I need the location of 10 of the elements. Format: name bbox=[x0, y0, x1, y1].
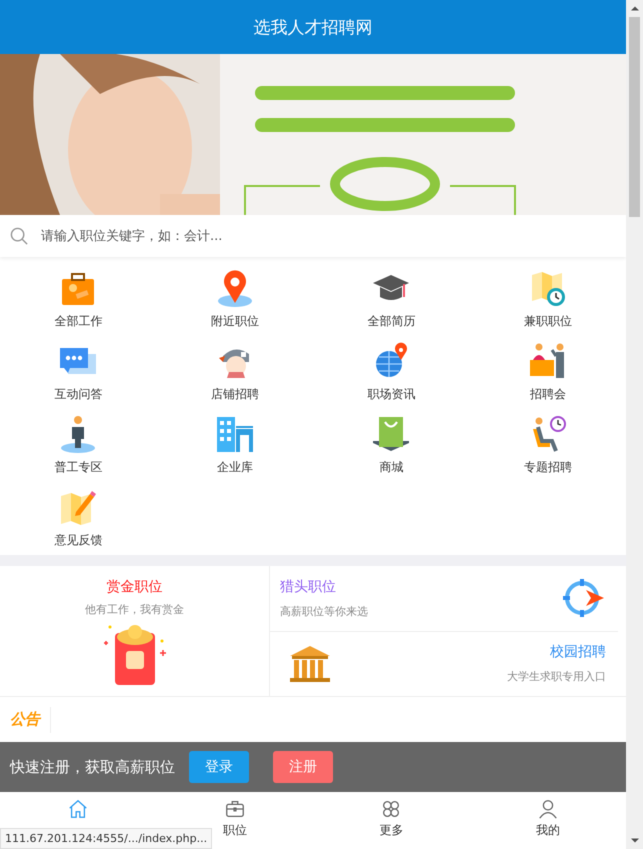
feature-title: 校园招聘 bbox=[550, 643, 606, 662]
feature-title: 猎头职位 bbox=[280, 578, 337, 596]
feature-subtitle: 他有工作，我有赏金 bbox=[85, 602, 184, 617]
notice-label: 公告 bbox=[10, 710, 40, 729]
feature-title: 赏金职位 bbox=[106, 578, 162, 596]
feature-subtitle: 大学生求职专用入口 bbox=[507, 669, 606, 684]
register-prompt: 快速注册，获取高薪职位 bbox=[10, 758, 175, 776]
url-tooltip: 111.67.201.124:4555/.../index.php... bbox=[0, 828, 212, 849]
feature-subtitle: 高薪职位等你来选 bbox=[280, 604, 368, 619]
site-title: 选我人才招聘网 bbox=[254, 16, 372, 38]
